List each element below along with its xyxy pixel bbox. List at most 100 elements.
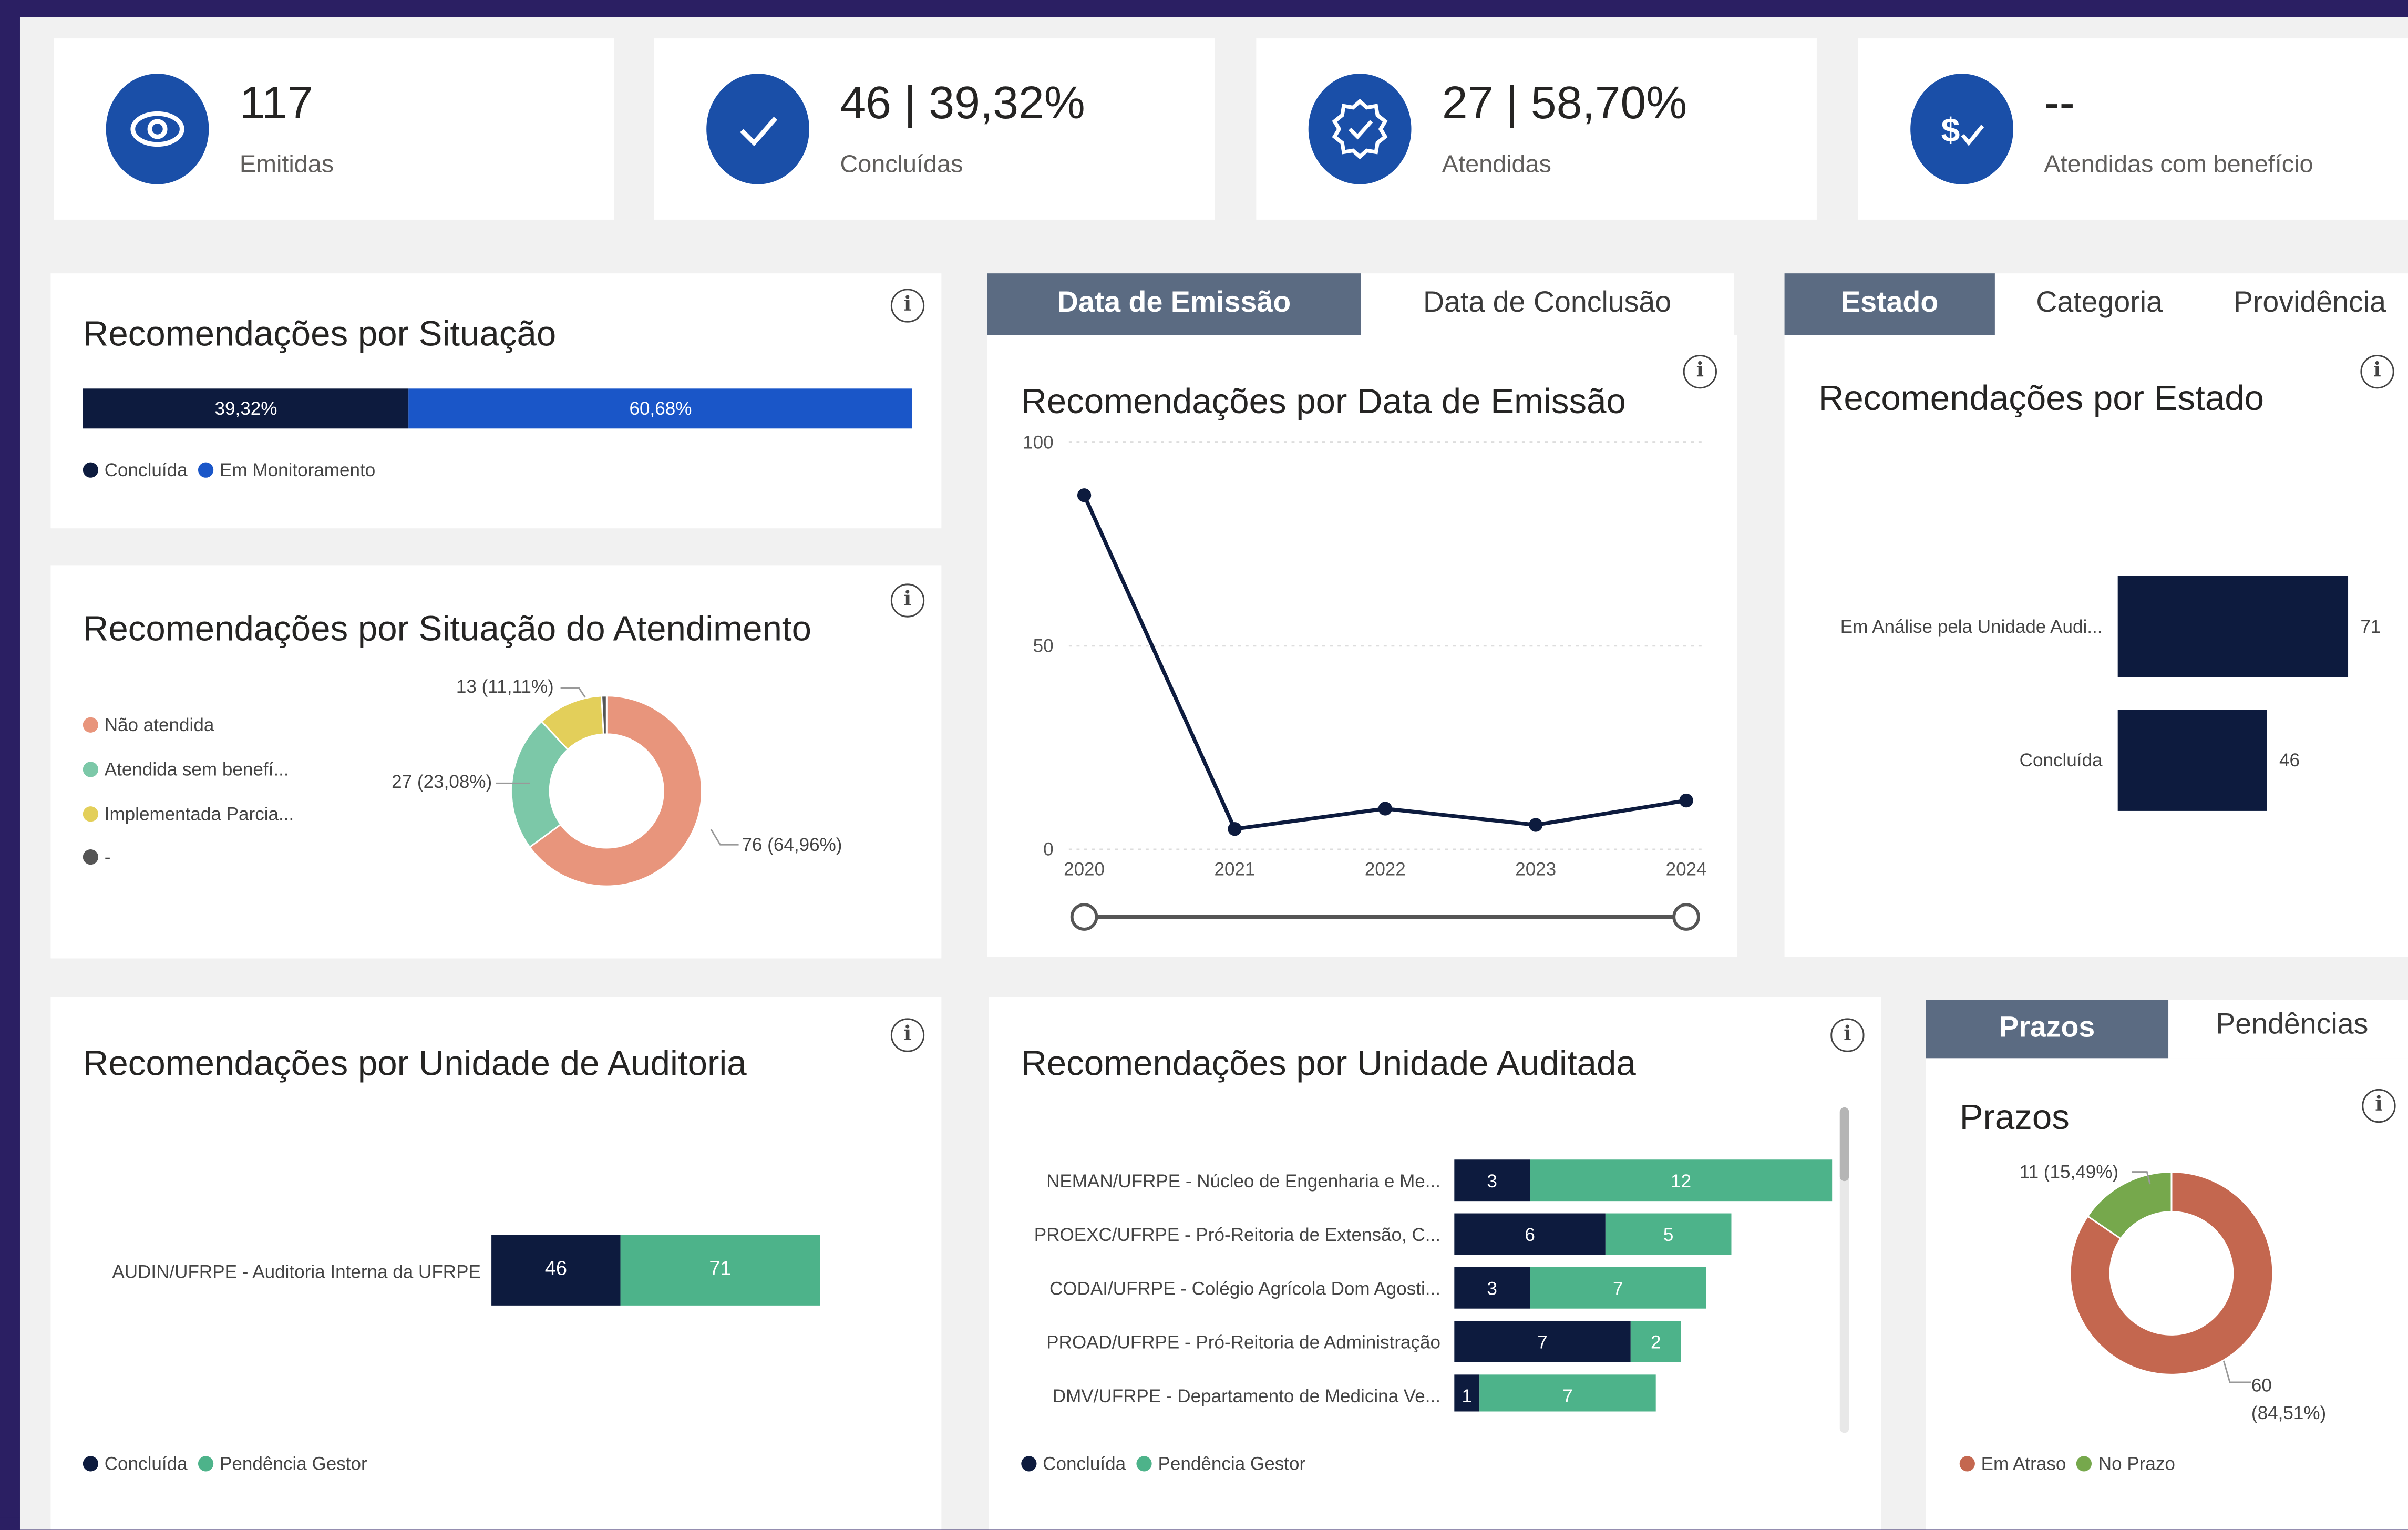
data-point[interactable]	[1529, 818, 1543, 832]
row-label: AUDIN/UFRPE - Auditoria Interna da UFRPE	[112, 1261, 481, 1283]
chart-legend: Em Atraso No Prazo	[1959, 1453, 2175, 1475]
bar[interactable]	[2117, 576, 2349, 677]
card-title: Recomendações por Unidade de Auditoria	[83, 1043, 747, 1083]
bar-value-label: 71	[709, 1256, 732, 1280]
tab-estado[interactable]: Estado	[1784, 273, 1995, 335]
scrollbar[interactable]	[1839, 1107, 1849, 1433]
info-icon[interactable]: i	[2360, 355, 2394, 389]
bar-value-label: 6	[1525, 1225, 1535, 1245]
card-auditada: Recomendações por Unidade Auditada i NEM…	[989, 997, 1881, 1530]
x-tick-label: 2023	[1515, 859, 1556, 880]
legend-label: Não atendida	[104, 714, 214, 736]
kpi-label: Atendidas com benefício	[2044, 152, 2313, 178]
tab-prazos[interactable]: Prazos	[1926, 1000, 2169, 1059]
kpi-value: --	[2044, 78, 2075, 129]
bar-value-label: 5	[1663, 1225, 1674, 1245]
info-icon[interactable]: i	[890, 289, 925, 323]
kpi-card-emitidas: 117 Emitidas	[54, 38, 614, 220]
info-icon[interactable]: i	[1683, 355, 1717, 389]
bar-chart-estado: Em Análise pela Unidade Audi... 71 Concluí…	[1840, 576, 2381, 811]
info-icon[interactable]: i	[890, 583, 925, 618]
data-point[interactable]	[1679, 793, 1693, 808]
bar-category-label: Em Análise pela Unidade Audi...	[1840, 617, 2103, 637]
bar-category-label: PROEXC/UFRPE - Pró-Reitoria de Extensão,…	[1034, 1225, 1440, 1245]
y-tick-label: 50	[1033, 635, 1054, 656]
bar-value-label: 1	[1462, 1386, 1472, 1406]
legend-label: Implementada Parcia...	[104, 803, 294, 825]
chart-legend: Concluída Pendência Gestor	[1021, 1453, 1305, 1474]
card-atendimento: Recomendações por Situação do Atendiment…	[50, 565, 942, 959]
kpi-label: Atendidas	[1442, 152, 1551, 178]
bar[interactable]	[2117, 710, 2267, 811]
x-tick-label: 2020	[1064, 859, 1105, 880]
y-tick-label: 100	[1023, 432, 1053, 453]
kpi-label: Concluídas	[840, 152, 963, 178]
data-label: (84,51%)	[2251, 1402, 2327, 1424]
tab-data-conclusao[interactable]: Data de Conclusão	[1361, 273, 1734, 335]
x-tick-label: 2022	[1365, 859, 1406, 880]
bar-chart-auditada: NEMAN/UFRPE - Núcleo de Engenharia e Me.…	[1034, 1159, 1833, 1412]
svg-text:$: $	[1941, 111, 1960, 149]
bar-segment-concluida: 39,32%	[83, 388, 409, 429]
eye-icon	[106, 74, 209, 184]
badge-check-icon	[1308, 74, 1412, 184]
data-label: 60	[2251, 1374, 2272, 1396]
bar-value-label: 46	[2279, 750, 2300, 771]
legend-label: -	[104, 846, 111, 868]
kpi-card-beneficio: $ -- Atendidas com benefício	[1858, 38, 2408, 220]
card-title: Prazos	[1959, 1096, 2070, 1137]
legend-item: Não atendida	[83, 714, 214, 736]
kpi-label: Emitidas	[239, 152, 334, 178]
bar-value-label: 7	[1537, 1332, 1548, 1353]
legend-label: Em Monitoramento	[220, 459, 376, 481]
legend-item: Implementada Parcia...	[83, 803, 294, 825]
kpi-value: 46 | 39,32%	[840, 78, 1085, 129]
bar-category-label: PROAD/UFRPE - Pró-Reitoria de Administra…	[1046, 1332, 1440, 1353]
card-title: Recomendações por Situação	[83, 313, 557, 354]
bar-category-label: NEMAN/UFRPE - Núcleo de Engenharia e Me.…	[1046, 1171, 1440, 1192]
x-tick-label: 2024	[1666, 859, 1707, 880]
check-icon	[706, 74, 809, 184]
tab-providencia[interactable]: Providência	[2204, 273, 2408, 335]
tab-pendencias[interactable]: Pendências	[2168, 1000, 2408, 1059]
x-tick-label: 2021	[1214, 859, 1255, 880]
data-label: 76 (64,96%)	[742, 834, 842, 856]
card-situacao: Recomendações por Situação i 39,32% 60,6…	[50, 273, 942, 529]
legend-label: Concluída	[104, 1453, 188, 1475]
bar-category-label: DMV/UFRPE - Departamento de Medicina Ve.…	[1053, 1386, 1440, 1406]
slider-handle-start[interactable]	[1070, 903, 1098, 931]
data-point[interactable]	[1228, 822, 1242, 836]
card-emissao: Recomendações por Data de Emissão i 100 5…	[987, 335, 1737, 957]
donut-chart-atendimento	[511, 695, 703, 887]
legend-label: No Prazo	[2098, 1453, 2175, 1475]
info-icon[interactable]: i	[890, 1018, 925, 1052]
info-icon[interactable]: i	[1830, 1018, 1865, 1052]
data-label: 27 (23,08%)	[392, 771, 492, 793]
bar-value-label: 3	[1487, 1278, 1497, 1299]
bar-value-label: 71	[2360, 617, 2381, 637]
data-label: 11 (15,49%)	[2019, 1161, 2119, 1183]
data-point[interactable]	[1378, 802, 1392, 816]
card-title: Recomendações por Situação do Atendiment…	[83, 608, 812, 649]
bar-value-label: 46	[544, 1256, 567, 1280]
bar-value-label: 12	[1671, 1171, 1691, 1192]
info-icon[interactable]: i	[2362, 1089, 2396, 1123]
bar-value-label: 7	[1562, 1386, 1572, 1406]
card-title: Recomendações por Unidade Auditada	[1021, 1043, 1636, 1083]
bar-segment-monitoramento: 60,68%	[409, 388, 912, 429]
card-auditoria: Recomendações por Unidade de Auditoria i…	[50, 997, 942, 1530]
card-title: Recomendações por Estado	[1818, 377, 2264, 418]
stacked-bar: 39,32% 60,68%	[83, 388, 912, 429]
bar-value-label: 3	[1487, 1171, 1497, 1192]
tab-data-emissao[interactable]: Data de Emissão	[987, 273, 1361, 335]
card-estado: Recomendações por Estado i Em Análise pe…	[1784, 335, 2408, 957]
dollar-check-icon: $	[1910, 74, 2013, 184]
legend-label: Pendência Gestor	[220, 1453, 367, 1475]
scrollbar-thumb[interactable]	[1839, 1107, 1849, 1182]
bar-category-label: CODAI/UFRPE - Colégio Agrícola Dom Agost…	[1049, 1278, 1440, 1299]
slider-handle-end[interactable]	[1672, 903, 1700, 931]
tab-categoria[interactable]: Categoria	[1994, 273, 2204, 335]
data-point[interactable]	[1077, 488, 1092, 502]
line-chart-emissao: 100 50 0 2020 2021 2022 2023 2024	[1023, 432, 1707, 931]
card-title: Recomendações por Data de Emissão	[1021, 381, 1626, 421]
